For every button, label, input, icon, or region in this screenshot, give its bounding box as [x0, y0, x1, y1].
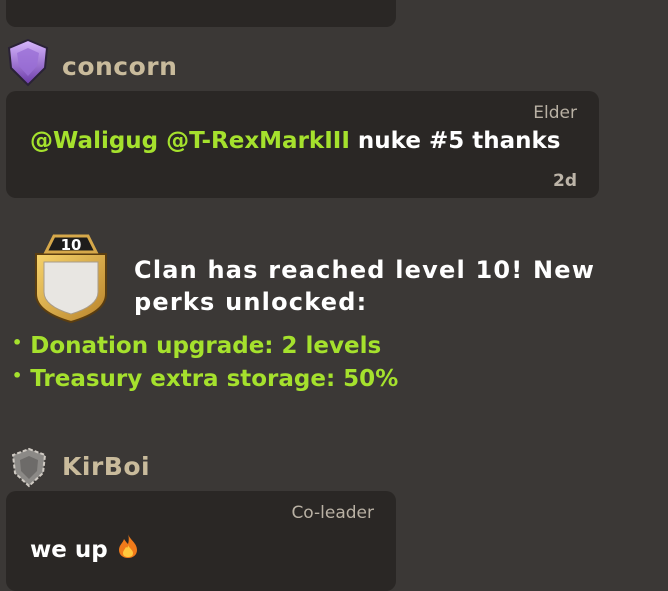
announcement-title: Clan has reached level 10! New perks unl…	[134, 256, 596, 316]
member-role: Elder	[533, 103, 577, 123]
perk-item: • Donation upgrade: 2 levels	[12, 333, 381, 359]
username[interactable]: KirBoi	[62, 452, 150, 481]
badge-level: 10	[60, 236, 82, 254]
username[interactable]: concorn	[62, 52, 177, 81]
prev-message-bubble: 3d	[6, 0, 396, 27]
bullet-icon: •	[12, 366, 23, 385]
message-body: nuke #5 thanks	[357, 128, 561, 154]
purple-shield-icon	[7, 38, 49, 87]
message-bubble: Elder @Waligug @T-RexMarkIII nuke #5 tha…	[6, 91, 599, 198]
perk-text: Treasury extra storage: 50%	[30, 366, 399, 392]
clan-badge: 10	[30, 232, 112, 324]
perk-text: Donation upgrade: 2 levels	[30, 333, 382, 359]
member-role: Co-leader	[291, 503, 374, 523]
message-time: 2d	[553, 171, 577, 191]
message-body: we up	[30, 537, 108, 563]
bullet-icon: •	[12, 333, 23, 352]
message-text: we up	[30, 533, 140, 565]
message-text: @Waligug @T-RexMarkIII nuke #5 thanks	[30, 128, 560, 154]
silver-shield-icon	[11, 447, 47, 488]
perk-item: • Treasury extra storage: 50%	[12, 366, 398, 392]
mention[interactable]: @T-RexMarkIII	[166, 128, 350, 154]
avatar[interactable]	[5, 38, 51, 88]
fire-icon	[116, 533, 140, 565]
mention[interactable]: @Waligug	[30, 128, 158, 154]
message-bubble: Co-leader we up	[6, 491, 396, 591]
avatar[interactable]	[10, 447, 48, 489]
